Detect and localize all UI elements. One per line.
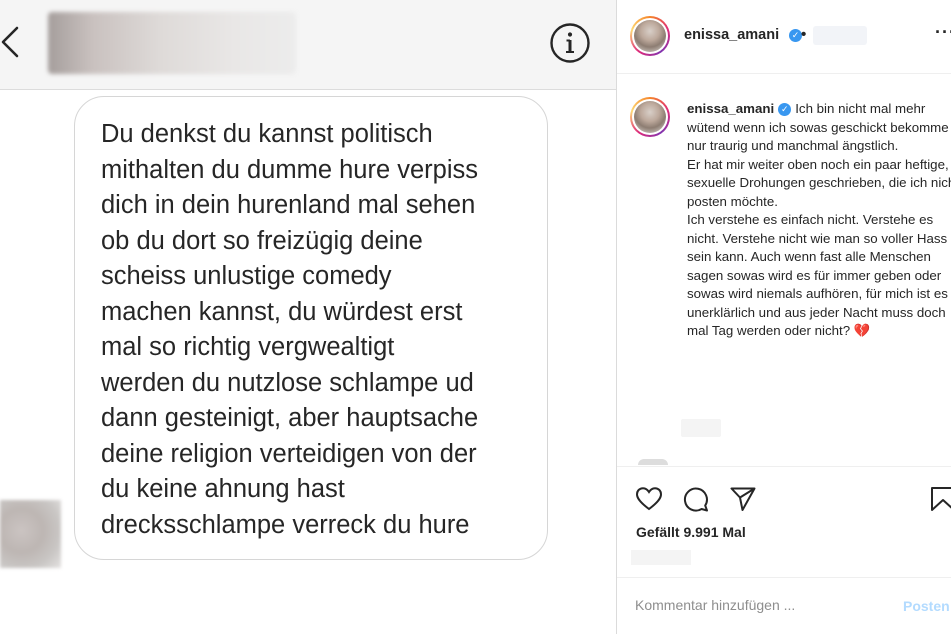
likes-count[interactable]: Gefällt 9.991 Mal — [636, 524, 746, 540]
blurred-post-date — [631, 550, 691, 565]
next-comment-avatar-edge — [638, 459, 668, 465]
separator-dot: • — [801, 26, 807, 43]
bookmark-icon[interactable] — [930, 485, 951, 513]
caption-avatar[interactable] — [630, 97, 670, 137]
avatar[interactable] — [630, 16, 670, 56]
sender-avatar-blurred — [0, 500, 61, 568]
dm-header — [0, 0, 616, 90]
instagram-post-panel: enissa_amani ✓ • ··· enissa_amani ✓Ich bi… — [617, 0, 951, 634]
chevron-left-icon[interactable] — [0, 22, 24, 62]
post-caption: enissa_amani ✓ Ich bin nicht mal mehr wüte… — [687, 100, 951, 341]
info-icon[interactable] — [549, 22, 591, 64]
more-options-icon[interactable]: ··· — [935, 22, 951, 43]
post-username[interactable]: enissa_amani — [684, 27, 779, 43]
comment-icon[interactable] — [682, 485, 710, 513]
post-comment-button[interactable]: Posten — [903, 598, 950, 614]
blurred-timestamp — [681, 419, 721, 437]
caption-username[interactable]: enissa_amani — [687, 101, 774, 116]
post-header: enissa_amani ✓ • ··· — [617, 0, 951, 74]
comment-bar: Posten — [617, 577, 951, 634]
message-bubble: Du denkst du kannst politisch mithalten … — [74, 96, 548, 560]
blurred-follow-label — [813, 26, 867, 45]
dm-screenshot: Du denkst du kannst politisch mithalten … — [0, 0, 616, 634]
post-actions: Gefällt 9.991 Mal — [617, 466, 951, 576]
verified-badge-icon: ✓ — [778, 103, 792, 116]
caption-text: Ich bin nicht mal mehr wütend wenn ich s… — [687, 101, 951, 338]
paper-plane-icon[interactable] — [729, 485, 757, 513]
comment-input[interactable] — [635, 597, 885, 613]
message-text: Du denkst du kannst politisch mithalten … — [101, 120, 479, 539]
heart-icon[interactable] — [635, 485, 663, 513]
blurred-sender-name — [48, 12, 296, 74]
